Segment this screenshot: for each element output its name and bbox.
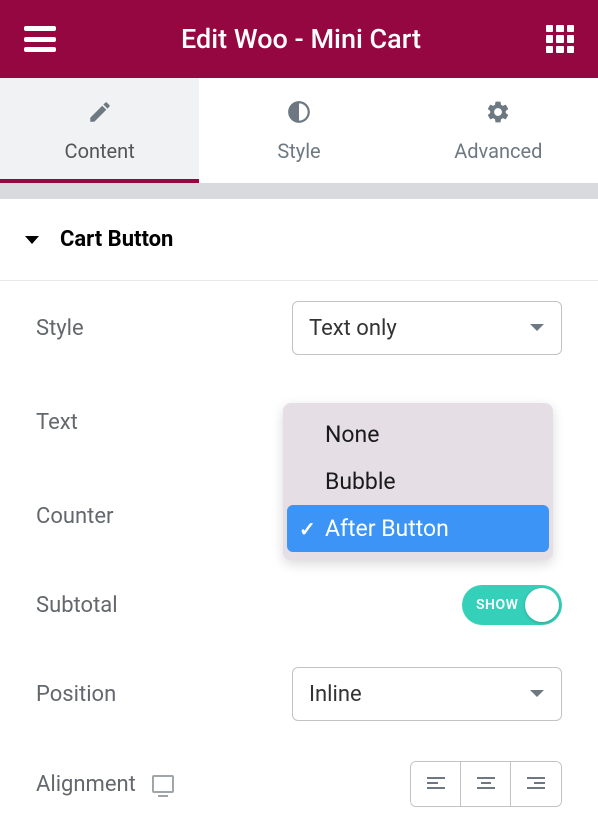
tab-label: Content [65,139,135,163]
style-select[interactable]: Text only [292,301,562,355]
tab-style[interactable]: Style [199,78,398,183]
gear-icon [485,99,511,125]
control-style: Style Text only [0,281,598,375]
control-subtotal: Subtotal SHOW [0,563,598,647]
alignment-label: Alignment [36,772,136,797]
align-right-button[interactable] [511,762,561,806]
desktop-icon[interactable] [152,775,174,793]
align-left-icon [426,776,446,792]
style-value: Text only [309,316,397,341]
section-title: Cart Button [60,227,173,252]
subtotal-toggle[interactable]: SHOW [462,585,562,625]
dropdown-option-bubble[interactable]: Bubble [287,458,549,505]
chevron-down-icon [529,323,545,333]
text-label: Text [36,410,78,435]
tabs-container: Content Style Advanced [0,78,598,183]
style-label: Style [36,316,84,341]
align-center-button[interactable] [461,762,511,806]
toggle-label: SHOW [476,597,518,613]
align-center-icon [476,776,496,792]
tab-label: Style [277,139,320,163]
pencil-icon [87,99,113,125]
position-value: Inline [309,682,362,707]
section-header-cart-button[interactable]: Cart Button [0,199,598,281]
caret-down-icon [24,234,40,246]
chevron-down-icon [529,689,545,699]
align-left-button[interactable] [411,762,461,806]
counter-dropdown: None Bubble After Button [283,403,553,560]
toggle-knob [525,588,559,622]
menu-icon[interactable] [24,26,56,52]
control-position: Position Inline [0,647,598,741]
tab-advanced[interactable]: Advanced [399,78,598,183]
position-select[interactable]: Inline [292,667,562,721]
control-alignment: Alignment [0,741,598,827]
align-right-icon [526,776,546,792]
dropdown-option-none[interactable]: None [287,411,549,458]
dropdown-option-after-button[interactable]: After Button [287,505,549,552]
tab-content[interactable]: Content [0,78,199,183]
counter-label: Counter [36,504,113,529]
panel-title: Edit Woo - Mini Cart [181,23,421,55]
spacer [0,183,598,199]
subtotal-label: Subtotal [36,593,118,618]
contrast-icon [286,99,312,125]
position-label: Position [36,682,116,707]
tab-label: Advanced [454,139,542,163]
apps-icon[interactable] [546,25,574,53]
panel-header: Edit Woo - Mini Cart [0,0,598,78]
alignment-buttons [410,761,562,807]
